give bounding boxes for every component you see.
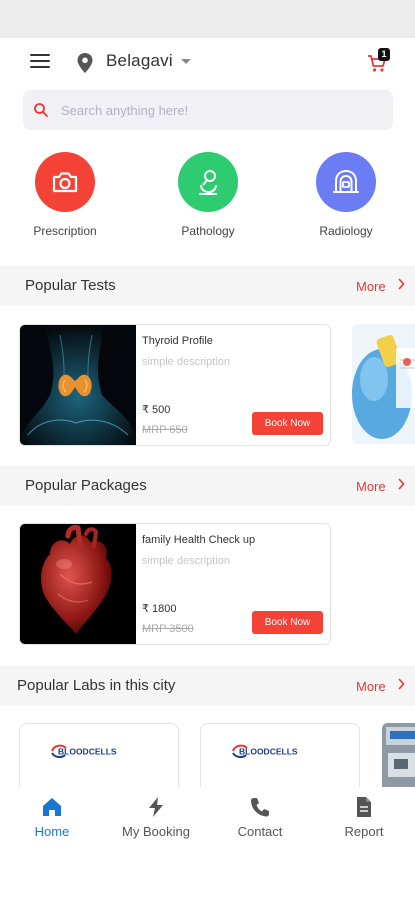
package-description: simple description: [142, 555, 231, 567]
top-bar: Belagavi 1: [0, 38, 415, 88]
cart-count-badge: 1: [378, 48, 390, 61]
phone-icon[interactable]: [249, 796, 271, 818]
book-now-button[interactable]: Book Now: [252, 412, 323, 435]
more-link[interactable]: More: [356, 679, 386, 694]
popular-tests-header: Popular Tests More: [0, 266, 415, 306]
nav-label: Home: [34, 824, 70, 839]
bloodcells-logo: BLOODCELLS: [51, 744, 117, 759]
chevron-right-icon[interactable]: [397, 678, 405, 690]
more-link[interactable]: More: [356, 479, 386, 494]
nav-home[interactable]: Home: [0, 787, 104, 839]
test-description: simple description: [142, 356, 231, 368]
test-card[interactable]: Thyroid Profile simple description ₹ 500…: [19, 324, 331, 446]
section-title: Popular Labs in this city: [17, 677, 176, 694]
document-icon[interactable]: [353, 796, 375, 818]
package-card[interactable]: family Health Check up simple descriptio…: [19, 523, 331, 645]
nav-label: Contact: [237, 824, 283, 839]
bolt-icon[interactable]: [145, 796, 167, 818]
popular-labs-header: Popular Labs in this city More: [0, 666, 415, 706]
bloodcells-logo: BLOODCELLS: [232, 744, 298, 759]
test-mrp: MRP 650: [142, 424, 188, 436]
microscope-icon[interactable]: [178, 152, 238, 212]
category-radiology[interactable]: Radiology: [296, 152, 396, 238]
nav-label: My Booking: [122, 824, 190, 839]
section-title: Popular Packages: [25, 477, 147, 494]
category-label: Radiology: [319, 224, 373, 238]
location-pin-icon: [77, 53, 93, 73]
search-input[interactable]: [61, 100, 371, 120]
thyroid-image: [20, 325, 136, 445]
package-mrp: MRP 3500: [142, 623, 194, 635]
nav-my-booking[interactable]: My Booking: [104, 787, 208, 839]
nav-report[interactable]: Report: [312, 787, 415, 839]
home-icon[interactable]: [41, 796, 63, 818]
status-bar: [0, 0, 415, 38]
nav-label: Report: [344, 824, 384, 839]
category-pathology[interactable]: Pathology: [158, 152, 258, 238]
test-price: ₹ 500: [142, 404, 171, 416]
xray-icon[interactable]: [316, 152, 376, 212]
section-title: Popular Tests: [25, 277, 116, 294]
heart-image: [20, 524, 136, 644]
search-icon: [34, 103, 48, 117]
category-label: Pathology: [181, 224, 235, 238]
package-price: ₹ 1800: [142, 603, 177, 615]
svg-text:BLOODCELLS: BLOODCELLS: [239, 747, 298, 757]
test-name: Thyroid Profile: [142, 335, 213, 347]
next-lab-card-peek[interactable]: [382, 723, 415, 791]
menu-icon[interactable]: [30, 54, 50, 70]
chevron-right-icon[interactable]: [397, 278, 405, 290]
next-test-card-peek[interactable]: [352, 324, 415, 444]
package-name: family Health Check up: [142, 534, 256, 546]
bottom-navigation: Home My Booking Contact Report: [0, 787, 415, 845]
book-now-button[interactable]: Book Now: [252, 611, 323, 634]
camera-icon[interactable]: [35, 152, 95, 212]
chevron-right-icon[interactable]: [397, 478, 405, 490]
nav-contact[interactable]: Contact: [208, 787, 312, 839]
category-prescription[interactable]: Prescription: [15, 152, 115, 238]
city-selector[interactable]: Belagavi: [106, 51, 173, 71]
chevron-down-icon[interactable]: [181, 59, 191, 64]
svg-text:BLOODCELLS: BLOODCELLS: [58, 747, 117, 757]
more-link[interactable]: More: [356, 279, 386, 294]
popular-packages-header: Popular Packages More: [0, 466, 415, 506]
category-label: Prescription: [33, 224, 97, 238]
search-bar[interactable]: [23, 90, 393, 130]
